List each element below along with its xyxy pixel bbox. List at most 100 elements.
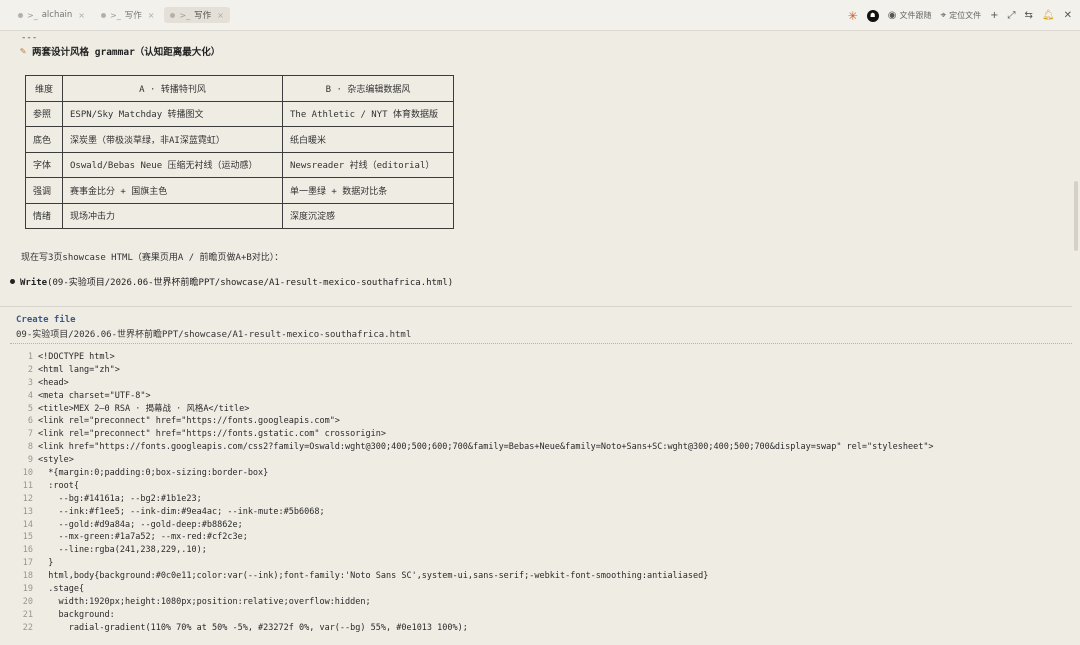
code-text: --bg:#14161a; --bg2:#1b1e23; — [38, 493, 202, 504]
table-cell: 纸白暖米 — [282, 126, 454, 153]
crosshair-icon: ⌖ — [940, 10, 947, 21]
code-text: <link rel="preconnect" href="https://fon… — [38, 416, 340, 427]
divider-dashes: --- — [21, 33, 38, 43]
eye-icon: ◉ — [887, 10, 897, 21]
tab-label: 写作 — [194, 11, 212, 21]
line-number: 17 — [22, 558, 33, 569]
code-line: 16 --line:rgba(241,238,229,.10); — [0, 544, 1072, 557]
terminal-icon: >_ — [179, 10, 191, 20]
table-header: B · 杂志编辑数据风 — [282, 75, 454, 102]
code-text: .stage{ — [38, 584, 85, 595]
table-cell: 底色 — [25, 126, 63, 153]
code-line: 8 <link href="https://fonts.googleapis.co… — [0, 441, 1072, 454]
line-number: 21 — [22, 609, 33, 620]
code-line: 13 --ink:#f1ee5; --ink-dim:#9ea4ac; --in… — [0, 506, 1072, 519]
tab-status-dot — [170, 12, 176, 18]
tab-writing-2[interactable]: >_ 写作 × — [164, 7, 230, 23]
code-line: 22 radial-gradient(110% 70% at 50% -5%, … — [0, 622, 1072, 635]
code-text: :root{ — [38, 480, 79, 491]
line-number: 19 — [22, 584, 33, 595]
line-number: 6 — [27, 416, 33, 427]
table-cell: 深炭墨（带极淡草绿，非AI深蓝霓虹） — [62, 126, 283, 153]
code-text: <link rel="preconnect" href="https://fon… — [38, 429, 386, 440]
line-number: 2 — [27, 364, 33, 375]
table-cell: 参照 — [25, 100, 63, 127]
code-text: *{margin:0;padding:0;box-sizing:border-b… — [38, 468, 269, 479]
table-cell: 强调 — [25, 177, 63, 204]
code-line: 15 --mx-green:#1a7a52; --mx-red:#cf2c3e; — [0, 531, 1072, 544]
close-icon[interactable]: × — [78, 11, 85, 20]
close-icon[interactable]: ✕ — [1064, 10, 1072, 21]
code-line: 2 <html lang="zh"> — [0, 364, 1072, 377]
line-number: 12 — [22, 493, 33, 504]
code-text: --mx-green:#1a7a52; --mx-red:#cf2c3e; — [38, 532, 248, 543]
bullet-icon — [10, 279, 15, 284]
code-line: 7 <link rel="preconnect" href="https://fo… — [0, 428, 1072, 441]
code-line: 14 --gold:#d9a84a; --gold-deep:#b8862e; — [0, 519, 1072, 532]
file-follow-button[interactable]: ◉ 文件跟随 — [888, 10, 932, 21]
code-line: 12 --bg:#14161a; --bg2:#1b1e23; — [0, 493, 1072, 506]
code-line: 11 :root{ — [0, 480, 1072, 493]
avatar[interactable]: ☗ — [866, 9, 879, 22]
scrollbar[interactable] — [1074, 181, 1078, 251]
bell-icon[interactable]: 🔔︎ — [1042, 10, 1055, 21]
table-cell: The Athletic / NYT 体育数据版 — [282, 100, 454, 127]
code-line: 20 width:1920px;height:1080px;position:r… — [0, 596, 1072, 609]
sparkle-icon[interactable]: ✳ — [848, 9, 858, 23]
line-number: 9 — [27, 455, 33, 466]
code-line: 19 .stage{ — [0, 583, 1072, 596]
plus-icon[interactable]: + — [990, 10, 998, 21]
code-block: 1 <!DOCTYPE html> 2 <html lang="zh"> 3 <head>… — [0, 351, 1072, 635]
line-number: 4 — [27, 390, 33, 401]
table-cell: 现场冲击力 — [62, 202, 283, 229]
code-text: <head> — [38, 377, 69, 388]
tab-status-dot — [101, 12, 106, 18]
code-text: --gold:#d9a84a; --gold-deep:#b8862e; — [38, 519, 243, 530]
table-cell: Newsreader 衬线（editorial） — [282, 151, 454, 178]
line-number: 22 — [22, 622, 33, 633]
locate-file-button[interactable]: ⌖ 定位文件 — [940, 10, 981, 21]
line-number: 16 — [22, 545, 33, 556]
table-cell: 单一墨绿 + 数据对比条 — [282, 177, 454, 204]
table-row: 底色 深炭墨（带极淡草绿，非AI深蓝霓虹） 纸白暖米 — [25, 126, 454, 153]
table-header-row: 维度 A · 转播特刊风 B · 杂志编辑数据风 — [25, 75, 454, 102]
expand-icon[interactable]: ⤢ — [1008, 10, 1016, 21]
close-icon[interactable]: × — [148, 11, 155, 20]
code-line: 4 <meta charset="UTF-8"> — [0, 390, 1072, 403]
line-number: 18 — [22, 571, 33, 582]
table-cell: Oswald/Bebas Neue 压缩无衬线（运动感） — [62, 151, 283, 178]
tab-alchain[interactable]: >_ alchain × — [12, 7, 91, 23]
code-line: 6 <link rel="preconnect" href="https://fo… — [0, 415, 1072, 428]
code-text: <html lang="zh"> — [38, 364, 120, 375]
close-icon[interactable]: × — [217, 11, 224, 20]
code-line: 10 *{margin:0;padding:0;box-sizing:borde… — [0, 467, 1072, 480]
style-comparison-table: 维度 A · 转播特刊风 B · 杂志编辑数据风 参照 ESPN/Sky Mat… — [25, 75, 454, 229]
tab-writing-1[interactable]: >_ 写作 × — [95, 7, 160, 23]
terminal-icon: >_ — [110, 10, 121, 20]
line-number: 8 — [27, 442, 33, 453]
create-file-path: 09-实验项目/2026.06-世界杯前瞻PPT/showcase/A1-res… — [16, 330, 412, 340]
code-text: <link href="https://fonts.googleapis.com… — [38, 442, 934, 453]
line-number: 5 — [27, 403, 33, 414]
table-row: 参照 ESPN/Sky Matchday 转播图文 The Athletic /… — [25, 100, 454, 127]
code-line: 21 background: — [0, 609, 1072, 622]
tab-label: alchain — [41, 10, 73, 20]
code-text: --line:rgba(241,238,229,.10); — [38, 545, 207, 556]
code-line: 9 <style> — [0, 454, 1072, 467]
message-text: 现在写3页showcase HTML（赛果页用A / 前瞻页做A+B对比）： — [21, 253, 284, 263]
code-line: 18 html,body{background:#0c0e11;color:va… — [0, 570, 1072, 583]
code-text: radial-gradient(110% 70% at 50% -5%, #23… — [38, 622, 468, 633]
tool-call-write[interactable]: Write(09-实验项目/2026.06-世界杯前瞻PPT/showcase/… — [10, 275, 453, 288]
terminal-icon: >_ — [27, 10, 38, 20]
swap-icon[interactable]: ⇆ — [1025, 10, 1033, 21]
divider-dotted — [10, 343, 1072, 344]
code-line: 1 <!DOCTYPE html> — [0, 351, 1072, 364]
line-number: 11 — [22, 480, 33, 491]
line-number: 1 — [27, 352, 33, 362]
line-number: 15 — [22, 532, 33, 543]
code-text: <title>MEX 2–0 RSA · 揭幕战 · 风格A</title> — [38, 403, 250, 414]
section-heading: ✎ 两套设计风格 grammar（认知距离最大化） — [20, 44, 220, 59]
line-number: 14 — [22, 519, 33, 530]
table-cell: 字体 — [25, 151, 63, 178]
code-line: 5 <title>MEX 2–0 RSA · 揭幕战 · 风格A</title> — [0, 403, 1072, 416]
